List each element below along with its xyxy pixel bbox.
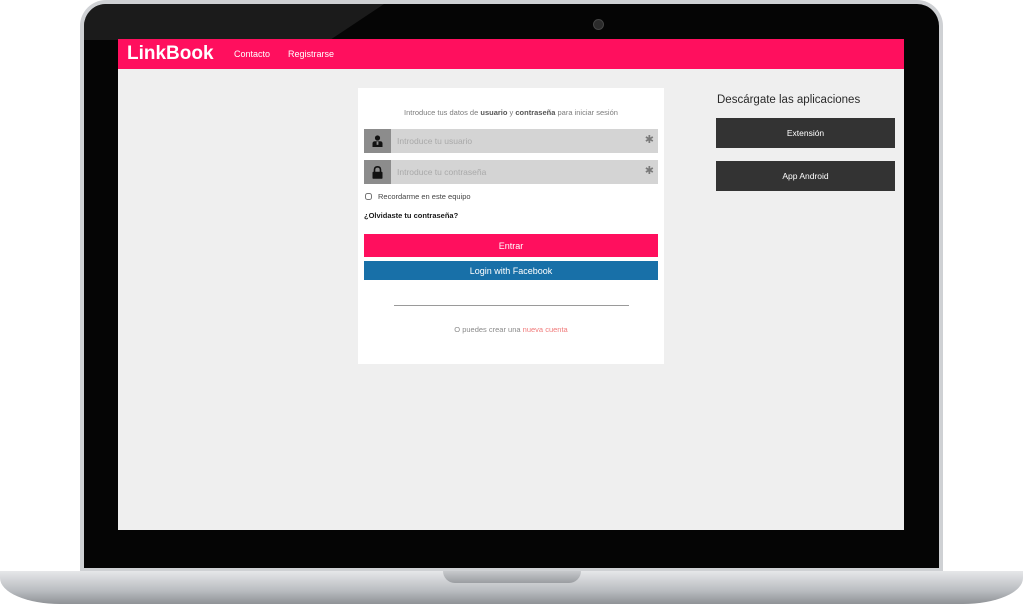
android-app-download-button[interactable]: App Android [716,161,895,191]
remember-me-checkbox[interactable] [365,193,372,200]
nav-link-contacto[interactable]: Contacto [234,49,270,60]
laptop-notch [443,571,581,583]
extension-download-button[interactable]: Extensión [716,118,895,148]
bezel-glare [84,4,384,40]
lock-icon [364,160,391,184]
browser-viewport: LinkBook Contacto Registrarse Introduce … [118,39,904,530]
username-field: ✱ [364,129,658,153]
login-submit-button[interactable]: Entrar [364,234,658,257]
remember-me-label: Recordarme en este equipo [378,192,471,201]
navbar: LinkBook Contacto Registrarse [118,39,904,69]
login-card: Introduce tus datos de usuario y contras… [358,88,664,364]
remember-me-option[interactable]: Recordarme en este equipo [364,192,471,202]
apps-section-title: Descárgate las aplicaciones [717,94,861,106]
brand-logo[interactable]: LinkBook [127,43,214,65]
webcam-icon [593,19,604,30]
required-asterisk-icon: ✱ [644,165,654,177]
nav-link-registrarse[interactable]: Registrarse [288,49,334,60]
laptop-mockup: LinkBook Contacto Registrarse Introduce … [0,0,1023,604]
divider [394,305,629,306]
user-icon [364,129,391,153]
create-account-link[interactable]: nueva cuenta [523,325,568,334]
password-field: ✱ [364,160,658,184]
create-account-text: O puedes crear una nueva cuenta [454,325,568,334]
password-input[interactable] [397,160,637,184]
login-intro-text: Introduce tus datos de usuario y contras… [404,108,618,117]
facebook-login-button[interactable]: Login with Facebook [364,261,658,280]
required-asterisk-icon: ✱ [644,134,654,146]
forgot-password-link[interactable]: ¿Olvidaste tu contraseña? [364,211,458,220]
username-input[interactable] [397,129,637,153]
